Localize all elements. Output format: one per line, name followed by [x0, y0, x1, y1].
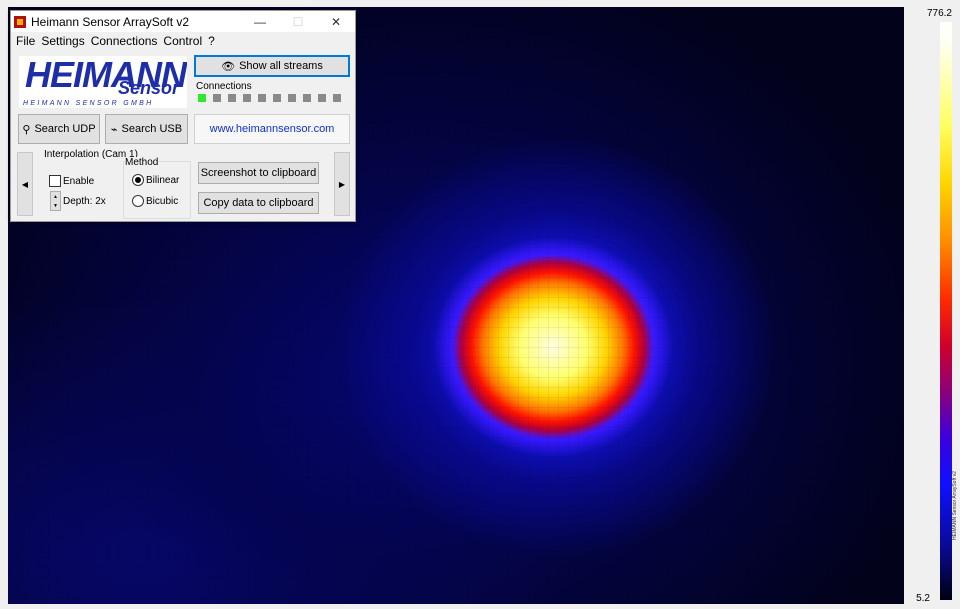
- website-link[interactable]: www.heimannsensor.com: [194, 114, 350, 144]
- bicubic-radio[interactable]: [132, 195, 144, 207]
- company-logo: HEIMANN Sensor HEIMANN SENSOR GMBH: [19, 56, 187, 108]
- depth-label: Depth: 2x: [63, 196, 106, 207]
- search-udp-button[interactable]: ⚲ Search UDP: [18, 114, 100, 144]
- connection-indicator: [258, 94, 266, 102]
- interpolation-group-label: Interpolation (Cam 1): [44, 149, 138, 160]
- usb-icon: ⌁: [110, 123, 118, 136]
- next-panel-button[interactable]: ▶: [334, 152, 350, 216]
- eye-icon: 👁: [221, 60, 236, 73]
- scale-min-value: 5.2: [916, 593, 930, 604]
- enable-checkbox[interactable]: [49, 175, 61, 187]
- connections-label: Connections: [196, 81, 252, 92]
- bilinear-radio[interactable]: [132, 174, 144, 186]
- menu-settings[interactable]: Settings: [38, 34, 87, 48]
- connection-indicator: [333, 94, 341, 102]
- menu-bar: File Settings Connections Control ?: [11, 32, 355, 49]
- previous-panel-button[interactable]: ◀: [17, 152, 33, 216]
- method-group: [123, 161, 191, 219]
- app-window: Heimann Sensor ArraySoft v2 — ☐ ✕ File S…: [10, 10, 356, 222]
- menu-control[interactable]: Control: [160, 34, 205, 48]
- minimize-button[interactable]: —: [241, 11, 279, 32]
- color-scale-bar: [940, 22, 952, 600]
- search-usb-button[interactable]: ⌁ Search USB: [105, 114, 188, 144]
- depth-stepper[interactable]: ▲ ▼: [50, 191, 61, 211]
- chevron-left-icon: ◀: [21, 179, 29, 189]
- menu-help[interactable]: ?: [205, 34, 218, 48]
- connection-indicator: [303, 94, 311, 102]
- bicubic-label: Bicubic: [146, 196, 179, 207]
- chevron-right-icon: ▶: [338, 179, 346, 189]
- bilinear-label: Bilinear: [146, 175, 180, 186]
- connection-indicator: [243, 94, 251, 102]
- menu-connections[interactable]: Connections: [88, 34, 161, 48]
- connection-indicator: [273, 94, 281, 102]
- menu-file[interactable]: File: [13, 34, 38, 48]
- scale-caption: HEIMANN Sensor ArraySoft v2: [952, 471, 958, 540]
- connection-indicator: [198, 94, 206, 102]
- connection-indicator: [228, 94, 236, 102]
- screenshot-to-clipboard-button[interactable]: Screenshot to clipboard: [198, 162, 319, 184]
- app-icon: [14, 15, 26, 28]
- connection-indicator: [288, 94, 296, 102]
- connection-indicator: [318, 94, 326, 102]
- title-bar[interactable]: Heimann Sensor ArraySoft v2 — ☐ ✕: [11, 11, 355, 32]
- close-button[interactable]: ✕: [317, 11, 355, 32]
- method-label: Method: [125, 157, 159, 168]
- search-udp-label: Search UDP: [34, 123, 96, 135]
- scale-max-value: 776.2: [926, 8, 952, 19]
- connection-indicators: [198, 94, 341, 102]
- logo-foot-text: HEIMANN SENSOR GMBH: [23, 100, 154, 107]
- arrow-down-icon: ▼: [53, 202, 58, 209]
- copy-data-to-clipboard-button[interactable]: Copy data to clipboard: [198, 192, 319, 214]
- arrow-up-icon: ▲: [53, 193, 58, 200]
- logo-sub-text: Sensor: [117, 78, 179, 98]
- window-controls: — ☐ ✕: [241, 11, 355, 32]
- show-all-streams-label: Show all streams: [239, 60, 323, 72]
- window-title: Heimann Sensor ArraySoft v2: [31, 14, 190, 29]
- search-icon: ⚲: [22, 123, 31, 136]
- search-usb-label: Search USB: [121, 123, 183, 135]
- enable-label: Enable: [63, 176, 95, 187]
- maximize-button[interactable]: ☐: [279, 11, 317, 32]
- show-all-streams-button[interactable]: 👁 Show all streams: [194, 55, 350, 77]
- connection-indicator: [213, 94, 221, 102]
